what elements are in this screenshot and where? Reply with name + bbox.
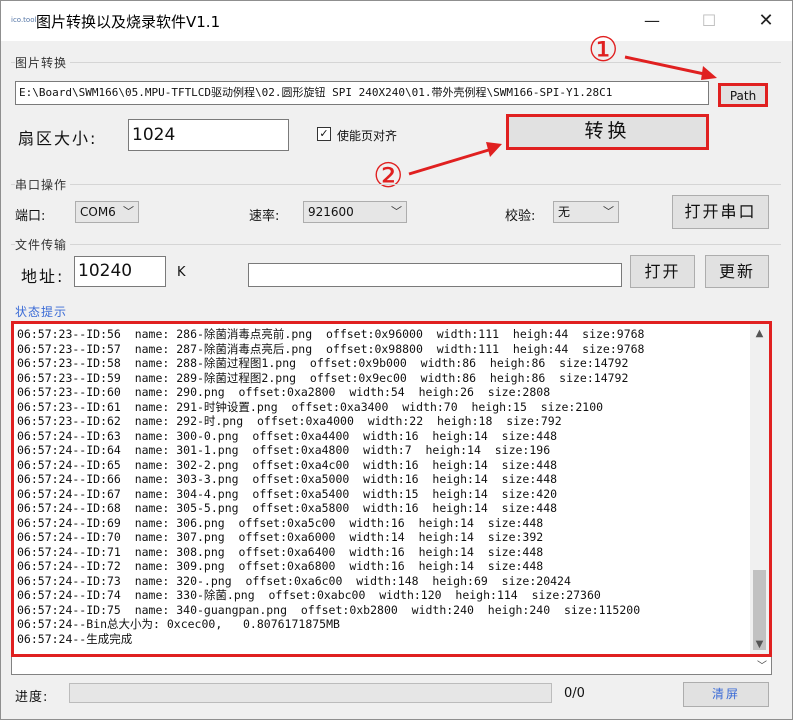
convert-button[interactable]: 转换 xyxy=(506,114,709,150)
log-line: 06:57:24--ID:74 name: 330-除菌.png offset:… xyxy=(17,588,601,602)
minimize-button[interactable]: — xyxy=(628,1,676,41)
file-path-field[interactable] xyxy=(248,263,622,287)
log-line: 06:57:24--生成完成 xyxy=(17,631,133,646)
scrollbar-thumb[interactable] xyxy=(753,570,766,650)
chevron-down-icon[interactable]: ﹀ xyxy=(757,657,767,672)
open-serial-port-button[interactable]: 打开串口 xyxy=(672,195,769,229)
page-align-label[interactable]: 使能页对齐 xyxy=(337,127,397,144)
title-bar[interactable]: ico.tool 图片转换以及烧录软件V1.1 — ☐ ✕ xyxy=(1,1,792,41)
annotation-arrow-1-icon xyxy=(624,55,717,80)
check-mark-icon: ✓ xyxy=(319,127,329,140)
main-window: ico.tool 图片转换以及烧录软件V1.1 — ☐ ✕ 图片转换 E:\Bo… xyxy=(0,0,793,720)
log-line: 06:57:24--ID:71 name: 308.png offset:0xa… xyxy=(17,544,544,559)
page-align-checkbox[interactable]: ✓ xyxy=(317,127,331,141)
log-line: 06:57:24--ID:69 name: 306.png offset:0xa… xyxy=(17,515,544,530)
chevron-down-icon: ﹀ xyxy=(391,205,402,218)
group-divider xyxy=(11,244,781,245)
address-unit: K xyxy=(177,265,186,280)
annotation-step-2: ② xyxy=(373,156,404,196)
parity-select-value: 无 xyxy=(558,205,571,219)
path-button[interactable]: Path xyxy=(718,83,768,107)
app-icon: ico.tool xyxy=(11,16,37,24)
scroll-up-icon[interactable]: ▲ xyxy=(750,328,769,339)
group-label-serial: 串口操作 xyxy=(15,176,71,193)
chevron-down-icon: ﹀ xyxy=(123,205,134,218)
window-title: 图片转换以及烧录软件V1.1 xyxy=(36,13,221,31)
port-label: 端口: xyxy=(15,209,46,224)
log-line: 06:57:23--ID:56 name: 286-除菌消毒点亮前.png of… xyxy=(17,327,645,341)
log-line: 06:57:24--ID:63 name: 300-0.png offset:0… xyxy=(17,428,558,443)
log-line: 06:57:24--ID:65 name: 302-2.png offset:0… xyxy=(17,457,558,472)
annotation-arrow-2-icon xyxy=(408,142,502,176)
log-line: 06:57:24--ID:72 name: 309.png offset:0xa… xyxy=(17,559,544,573)
path-field[interactable]: E:\Board\SWM166\05.MPU-TFTLCD驱动例程\02.圆形旋… xyxy=(15,81,709,105)
port-select[interactable]: COM6 ﹀ xyxy=(75,201,139,223)
log-line: 06:57:24--Bin总大小为: 0xcec00, 0.8076171875… xyxy=(17,617,340,631)
baud-select[interactable]: 921600 ﹀ xyxy=(303,201,407,223)
vertical-scrollbar[interactable]: ▲ ▼ xyxy=(750,324,769,654)
annotation-step-1: ① xyxy=(588,30,619,70)
open-file-button[interactable]: 打开 xyxy=(630,255,695,288)
close-button[interactable]: ✕ xyxy=(742,1,790,41)
log-line: 06:57:24--ID:66 name: 303-3.png offset:0… xyxy=(17,472,558,486)
address-input[interactable]: 10240 xyxy=(74,256,166,287)
log-line: 06:57:24--ID:64 name: 301-1.png offset:0… xyxy=(17,443,551,457)
status-log-lines: 06:57:23--ID:56 name: 286-除菌消毒点亮前.png of… xyxy=(17,327,752,646)
parity-select[interactable]: 无 ﹀ xyxy=(553,201,619,223)
progress-label: 进度: xyxy=(15,690,49,705)
chevron-down-icon: ﹀ xyxy=(603,205,614,218)
log-line: 06:57:23--ID:60 name: 290.png offset:0xa… xyxy=(17,385,551,399)
scroll-down-icon[interactable]: ▼ xyxy=(750,639,769,650)
progress-bar xyxy=(69,683,552,703)
group-label-file-transfer: 文件传输 xyxy=(15,236,71,253)
log-line: 06:57:23--ID:62 name: 292-时.png offset:0… xyxy=(17,414,562,428)
log-bottom-bar: ﹀ xyxy=(11,657,772,675)
clear-screen-button[interactable]: 清屏 xyxy=(683,682,769,707)
log-line: 06:57:24--ID:75 name: 340-guangpan.png o… xyxy=(17,602,641,617)
log-line: 06:57:23--ID:57 name: 287-除菌消毒点亮后.png of… xyxy=(17,341,645,356)
status-label: 状态提示 xyxy=(15,305,68,319)
address-label: 地址: xyxy=(21,267,65,286)
parity-label: 校验: xyxy=(505,209,536,224)
log-line: 06:57:24--ID:70 name: 307.png offset:0xa… xyxy=(17,530,544,544)
log-line: 06:57:24--ID:68 name: 305-5.png offset:0… xyxy=(17,501,558,515)
update-button[interactable]: 更新 xyxy=(705,255,769,288)
group-label-image-convert: 图片转换 xyxy=(15,54,71,71)
sector-size-label: 扇区大小: xyxy=(18,129,98,148)
log-line: 06:57:24--ID:73 name: 320-.png offset:0x… xyxy=(17,573,571,588)
log-line: 06:57:24--ID:67 name: 304-4.png offset:0… xyxy=(17,486,558,501)
log-line: 06:57:23--ID:59 name: 289-除菌过程图2.png off… xyxy=(17,370,629,385)
sector-size-input[interactable]: 1024 xyxy=(128,119,289,151)
log-line: 06:57:23--ID:61 name: 291-时钟设置.png offse… xyxy=(17,399,604,414)
baud-label: 速率: xyxy=(249,209,280,224)
baud-select-value: 921600 xyxy=(308,205,354,219)
log-line: 06:57:23--ID:58 name: 288-除菌过程图1.png off… xyxy=(17,356,629,370)
maximize-button[interactable]: ☐ xyxy=(685,1,733,41)
port-select-value: COM6 xyxy=(80,205,116,219)
group-divider xyxy=(11,184,781,185)
progress-count: 0/0 xyxy=(564,686,585,701)
status-log[interactable]: 06:57:23--ID:56 name: 286-除菌消毒点亮前.png of… xyxy=(11,321,772,657)
